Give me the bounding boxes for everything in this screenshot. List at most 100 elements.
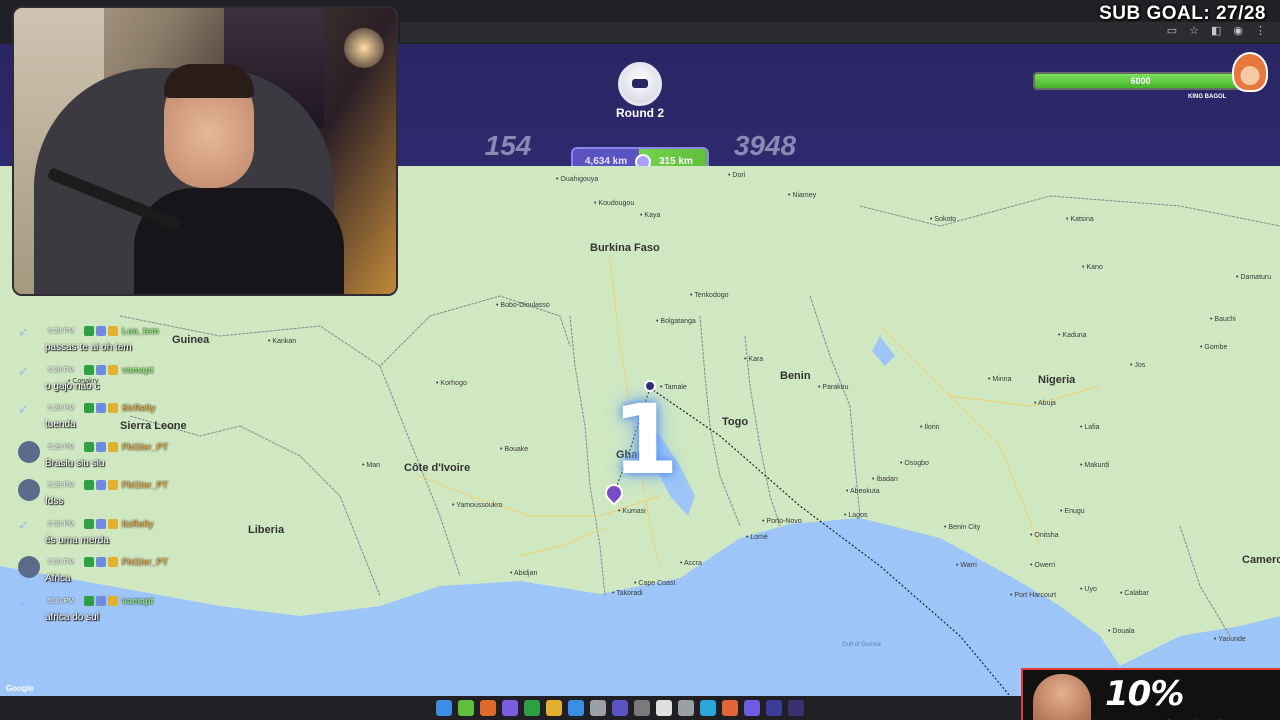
- chat-text: passas te ai oh tem: [45, 342, 132, 353]
- badge-icon: [108, 441, 118, 452]
- app-icon[interactable]: [744, 700, 760, 716]
- bird-avatar-icon: ➶: [18, 402, 29, 416]
- promo-person: [1033, 674, 1091, 720]
- webcam-lamp: [344, 28, 384, 68]
- store-icon[interactable]: [568, 700, 584, 716]
- country-label: Nigeria: [1038, 374, 1076, 386]
- round-label: Round 2: [616, 106, 664, 120]
- user-avatar: [18, 556, 40, 578]
- brave-icon[interactable]: [722, 700, 738, 716]
- promo-banner: 10% DESCONTO: [1021, 668, 1280, 720]
- city-label: • Owerri: [1030, 562, 1056, 569]
- settings-icon[interactable]: [590, 700, 606, 716]
- bird-avatar-icon: ➶: [18, 517, 29, 532]
- city-label: • Warri: [956, 562, 977, 569]
- bookmark-star-icon[interactable]: ☆: [1189, 24, 1199, 37]
- city-label: • Kaduna: [1058, 332, 1087, 339]
- notion-icon[interactable]: [656, 700, 672, 716]
- profile-icon[interactable]: ◉: [1233, 24, 1243, 37]
- city-label: • Korhogo: [436, 380, 467, 387]
- badge-icon: [108, 403, 118, 413]
- city-label: • Abeokuta: [846, 488, 880, 495]
- files-icon[interactable]: [546, 700, 562, 716]
- country-label: Benin: [780, 370, 811, 382]
- gulf-label: Gulf of Guinea: [842, 642, 881, 648]
- city-label: • Lomé: [746, 534, 768, 541]
- chrome-icon[interactable]: [458, 700, 474, 716]
- city-label: • Niamey: [788, 192, 817, 199]
- health-bar: 6000: [1033, 72, 1248, 90]
- chat-badges: [84, 518, 118, 529]
- chat-badges: [84, 480, 118, 490]
- chat-message: 5:30 PM Fhi1ler_PT Africa: [18, 556, 258, 592]
- city-label: • Uyo: [1080, 586, 1097, 593]
- chat-overlay: ➶ 5:28 PM Lua_tem passas te ai oh tem ➶ 5:28 …: [0, 325, 260, 635]
- bird-avatar-icon: ➶: [18, 325, 29, 339]
- stream-screen: ▭ ☆ ◧ ◉ ⋮ SUB GOAL: 27/28 Round 2 154 39…: [0, 0, 1280, 720]
- city-label: • Ouahigouya: [556, 176, 599, 183]
- badge-icon: [84, 595, 94, 606]
- city-label: • Douala: [1108, 628, 1135, 635]
- user-avatar: [18, 479, 40, 501]
- chat-timestamp: 5:28 PM: [48, 366, 75, 374]
- badge-icon: [108, 326, 118, 336]
- browser-toolbar-icons: ▭ ☆ ◧ ◉ ⋮: [1167, 24, 1266, 37]
- chat-text: Africa: [45, 573, 71, 584]
- city-label: • Porto-Novo: [762, 518, 802, 525]
- app-icon[interactable]: [634, 700, 650, 716]
- city-label: • Port Harcourt: [1010, 592, 1057, 599]
- city-label: • Ilorin: [920, 424, 940, 431]
- chat-text: tuenda: [45, 419, 76, 430]
- spotify-icon[interactable]: [524, 700, 540, 716]
- chat-username: Fhi1ler_PT: [122, 557, 169, 567]
- badge-icon: [84, 518, 94, 529]
- country-label: Côte d'Ivoire: [404, 462, 471, 474]
- city-label: • Calabar: [1120, 590, 1149, 597]
- chat-badges: [84, 595, 118, 606]
- firefox-icon[interactable]: [480, 700, 496, 716]
- badge-icon: [96, 518, 106, 529]
- badge-icon: [96, 403, 106, 413]
- browser-address-bar[interactable]: [400, 22, 1280, 42]
- city-label: • Sokoto: [930, 216, 957, 223]
- chat-timestamp: 5:30 PM: [48, 559, 75, 566]
- city-label: • Benin City: [944, 524, 981, 531]
- badge-icon: [96, 364, 106, 375]
- chat-username: SirRelly: [122, 403, 156, 413]
- bird-avatar-icon: ➶: [18, 363, 29, 378]
- badge-icon: [84, 364, 94, 375]
- start-icon[interactable]: [436, 700, 452, 716]
- city-label: • Accra: [680, 560, 702, 567]
- city-label: • Kumasi: [618, 508, 646, 515]
- after-effects-icon[interactable]: [788, 700, 804, 716]
- premiere-icon[interactable]: [766, 700, 782, 716]
- menu-icon[interactable]: ⋮: [1255, 24, 1266, 37]
- badge-icon: [84, 403, 94, 413]
- chat-message: ➶ 5:28 PM vamapt o gajo não c: [18, 364, 258, 400]
- cast-icon[interactable]: ▭: [1167, 24, 1177, 37]
- app-icon[interactable]: [612, 700, 628, 716]
- city-label: • Kaya: [640, 212, 661, 219]
- badge-icon: [84, 480, 94, 490]
- city-label: • Yamoussoukro: [452, 502, 503, 509]
- city-label: • Gombe: [1200, 344, 1228, 351]
- steam-icon[interactable]: [678, 700, 694, 716]
- chat-badges: [84, 326, 118, 336]
- telegram-icon[interactable]: [700, 700, 716, 716]
- discord-icon[interactable]: [502, 700, 518, 716]
- city-label: • Kankan: [268, 338, 297, 345]
- score-left: 154: [484, 130, 532, 161]
- promo-text: 10% DESCONTO: [1105, 674, 1280, 720]
- city-label: • Jos: [1130, 362, 1146, 369]
- round-robot-icon: [618, 62, 662, 106]
- badge-icon: [108, 480, 118, 490]
- chat-username: Fhi1ler_PT: [122, 480, 169, 490]
- health-value: 6000: [1130, 76, 1151, 86]
- chat-badges: [84, 557, 118, 567]
- city-label: • Kara: [744, 356, 764, 363]
- chat-timestamp: 5:29 PM: [48, 482, 75, 489]
- extensions-icon[interactable]: ◧: [1211, 24, 1221, 37]
- city-label: • Tenkodogo: [690, 292, 729, 299]
- chat-username: Lua_tem: [122, 326, 160, 336]
- city-label: • Bauchi: [1210, 316, 1236, 323]
